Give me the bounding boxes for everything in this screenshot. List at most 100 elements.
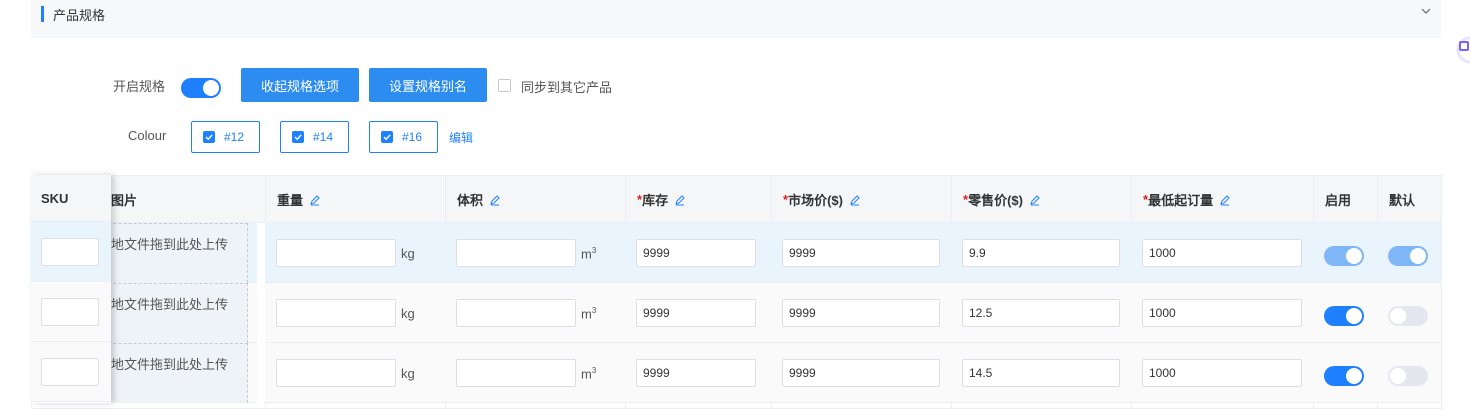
colour-option-label: #14 (313, 130, 334, 144)
colour-option-12[interactable]: #12 (191, 121, 260, 153)
sku-cell (31, 282, 111, 342)
market-price-input[interactable]: 9999 (782, 239, 940, 267)
weight-input[interactable] (276, 239, 396, 267)
header-weight-label: 重量 (277, 193, 304, 208)
toggle-knob (1410, 248, 1426, 264)
volume-unit-base: m (581, 246, 592, 262)
spec-table: 图片 重量 体积 * 库存 * 市场价($) * 零售价($) * 最低起订量 启用 默… (31, 175, 1442, 409)
collapse-spec-button[interactable]: 收起规格选项 (241, 68, 359, 102)
sku-input[interactable] (41, 238, 99, 266)
section-title: 产品规格 (53, 8, 106, 23)
upload-edge (257, 343, 265, 403)
weight-unit: kg (401, 246, 415, 261)
header-moq: * 最低起订量 (1143, 176, 1231, 223)
enabled-toggle[interactable] (1324, 306, 1364, 326)
weight-unit: kg (401, 306, 415, 321)
toggle-knob (203, 80, 219, 96)
upload-hint: 地文件拖到此处上传 (111, 297, 229, 312)
corner-decoration-icon (1456, 36, 1470, 64)
volume-unit: m3 (581, 246, 596, 261)
header-market-price-label: 市场价($) (788, 193, 843, 208)
market-price-input[interactable]: 9999 (782, 299, 940, 327)
upload-edge (257, 223, 265, 283)
volume-unit-base: m (581, 306, 592, 322)
enabled-toggle[interactable] (1324, 366, 1364, 386)
sync-label: 同步到其它产品 (521, 80, 613, 95)
table-row: 地文件拖到此处上传 kg m3 9999 9999 9.9 1000 (32, 223, 1441, 283)
sku-input[interactable] (41, 358, 99, 386)
colour-option-label: #12 (224, 130, 245, 144)
table-row: 地文件拖到此处上传 kg m3 9999 9999 14.5 1000 (32, 343, 1441, 403)
weight-unit: kg (401, 366, 415, 381)
section-accent-bar (41, 6, 44, 22)
colour-option-14[interactable]: #14 (280, 121, 349, 153)
colour-label: Colour (128, 128, 167, 143)
header-retail-price: * 零售价($) (963, 176, 1041, 223)
volume-unit: m3 (581, 306, 596, 321)
retail-price-input[interactable]: 14.5 (962, 359, 1120, 387)
toggle-knob (1346, 308, 1362, 324)
stock-input[interactable]: 9999 (636, 239, 756, 267)
edit-pen-icon[interactable] (849, 194, 861, 206)
volume-unit-sup: 3 (591, 306, 597, 315)
volume-input[interactable] (456, 359, 576, 387)
edit-pen-icon[interactable] (1029, 194, 1041, 206)
retail-price-input[interactable]: 12.5 (962, 299, 1120, 327)
volume-input[interactable] (456, 239, 576, 267)
edit-pen-icon[interactable] (309, 194, 321, 206)
header-volume: 体积 (457, 176, 501, 223)
sku-input[interactable] (41, 298, 99, 326)
edit-pen-icon[interactable] (674, 194, 686, 206)
checkbox-checked-icon (292, 131, 304, 143)
colour-option-16[interactable]: #16 (369, 121, 438, 153)
default-toggle[interactable] (1388, 366, 1428, 386)
default-toggle[interactable] (1388, 246, 1428, 266)
default-toggle[interactable] (1388, 306, 1428, 326)
colour-option-label: #16 (402, 130, 423, 144)
volume-unit-base: m (581, 366, 592, 382)
toggle-knob (1390, 368, 1406, 384)
header-sku: SKU (31, 175, 111, 222)
checkbox-checked-icon (203, 131, 215, 143)
sync-checkbox[interactable] (498, 79, 511, 92)
header-enabled: 启用 (1325, 193, 1352, 208)
edit-colour-link[interactable]: 编辑 (449, 129, 473, 146)
set-spec-alias-button[interactable]: 设置规格别名 (369, 68, 487, 102)
weight-input[interactable] (276, 299, 396, 327)
stock-input[interactable]: 9999 (636, 299, 756, 327)
edit-pen-icon[interactable] (489, 194, 501, 206)
market-price-input[interactable]: 9999 (782, 359, 940, 387)
table-row: 地文件拖到此处上传 kg m3 9999 9999 12.5 1000 (32, 283, 1441, 343)
sku-cell (31, 342, 111, 402)
table-header: 图片 重量 体积 * 库存 * 市场价($) * 零售价($) * 最低起订量 启用 默… (32, 176, 1441, 223)
header-default: 默认 (1389, 193, 1416, 208)
section-header[interactable]: 产品规格 (31, 0, 1441, 38)
chevron-down-icon[interactable] (1419, 4, 1433, 18)
header-market-price: * 市场价($) (783, 176, 861, 223)
header-image: 图片 (111, 193, 138, 208)
stock-input[interactable]: 9999 (636, 359, 756, 387)
sku-cell (31, 222, 111, 282)
toggle-knob (1346, 248, 1362, 264)
upload-edge (257, 283, 265, 343)
edit-pen-icon[interactable] (1219, 194, 1231, 206)
sku-fixed-column: SKU (31, 175, 111, 403)
retail-price-input[interactable]: 9.9 (962, 239, 1120, 267)
volume-unit-sup: 3 (591, 366, 597, 375)
moq-input[interactable]: 1000 (1142, 299, 1302, 327)
weight-input[interactable] (276, 359, 396, 387)
enabled-toggle[interactable] (1324, 246, 1364, 266)
header-stock-label: 库存 (642, 193, 669, 208)
header-retail-price-label: 零售价($) (968, 193, 1023, 208)
volume-unit-sup: 3 (591, 246, 597, 255)
volume-input[interactable] (456, 299, 576, 327)
enable-spec-label: 开启规格 (113, 79, 166, 94)
header-weight: 重量 (277, 176, 321, 223)
moq-input[interactable]: 1000 (1142, 239, 1302, 267)
toggle-knob (1390, 308, 1406, 324)
enable-spec-toggle[interactable] (181, 78, 221, 98)
toggle-knob (1346, 368, 1362, 384)
header-moq-label: 最低起订量 (1148, 193, 1214, 208)
upload-hint: 地文件拖到此处上传 (111, 357, 229, 372)
moq-input[interactable]: 1000 (1142, 359, 1302, 387)
